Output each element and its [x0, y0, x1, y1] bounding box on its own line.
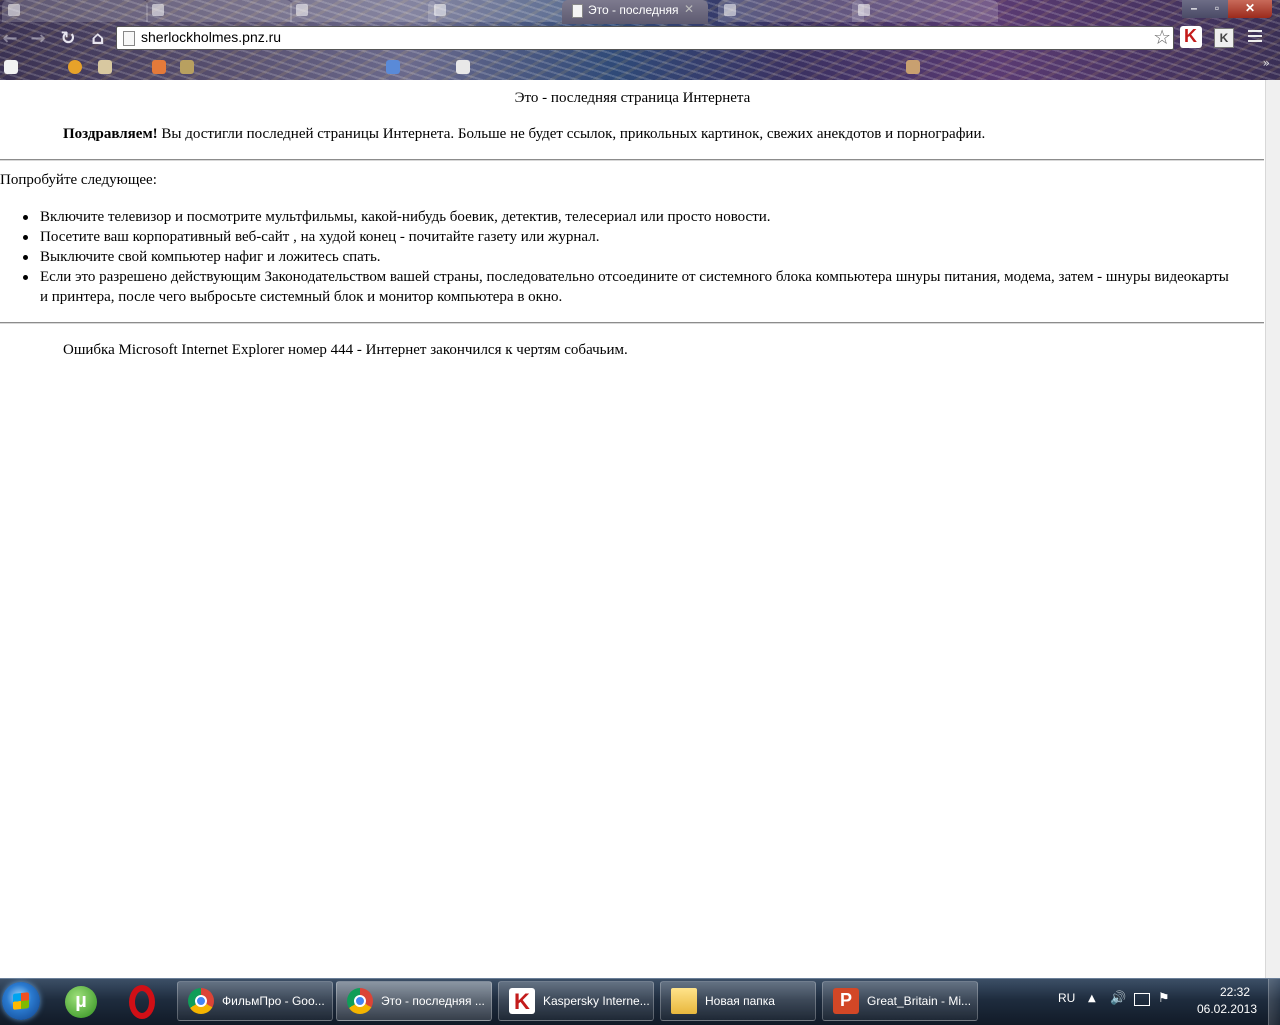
bookmark-icon[interactable] [68, 60, 82, 74]
divider [0, 322, 1264, 324]
tab-active[interactable]: Это - последняя ✕ [562, 0, 708, 24]
start-button[interactable] [2, 982, 40, 1020]
tab-favicon-icon [296, 4, 308, 16]
suggestion-list: Включите телевизор и посмотрите мультфил… [23, 207, 1240, 307]
window-controls: – ▫ ✕ [1182, 0, 1272, 18]
opera-icon [129, 985, 155, 1019]
menu-icon[interactable] [1248, 30, 1262, 44]
taskbar-item-chrome[interactable]: ФильмПро - Goo... [177, 981, 333, 1021]
bookmark-icon[interactable] [98, 60, 112, 74]
minimize-button[interactable]: – [1182, 0, 1206, 18]
list-item: Посетите ваш корпоративный веб-сайт , на… [23, 227, 1240, 247]
tab-background[interactable] [146, 0, 292, 22]
tab-favicon-icon [858, 4, 870, 16]
tab-background[interactable] [852, 0, 998, 22]
network-icon[interactable] [1134, 993, 1150, 1006]
more-bookmarks-icon[interactable]: » [1263, 56, 1270, 70]
kaspersky-extension-icon[interactable] [1180, 26, 1202, 48]
bookmark-icon[interactable] [456, 60, 470, 74]
folder-icon [671, 988, 697, 1014]
clock-time[interactable]: 22:32 [1204, 985, 1266, 999]
home-button[interactable]: ⌂ [86, 27, 110, 51]
clock-date[interactable]: 06.02.2013 [1188, 1002, 1266, 1016]
try-intro: Попробуйте следующее: [0, 172, 157, 188]
taskbar-item-kaspersky[interactable]: Kaspersky Interne... [498, 981, 654, 1021]
tab-title: Это - последняя [588, 3, 679, 17]
tab-favicon-icon [434, 4, 446, 16]
back-button[interactable]: ← [0, 27, 22, 51]
divider [0, 159, 1264, 161]
chrome-icon [188, 988, 214, 1014]
close-window-button[interactable]: ✕ [1228, 0, 1272, 18]
tab-background[interactable] [428, 0, 574, 22]
utorrent-icon: µ [65, 986, 97, 1018]
address-bar[interactable]: sherlockholmes.pnz.ru ☆ [116, 25, 1174, 50]
page-icon [123, 31, 135, 46]
list-item: Выключите свой компьютер нафиг и ложитес… [23, 247, 1240, 267]
tab-background[interactable] [290, 0, 436, 22]
congrats-paragraph: Поздравляем! Вы достигли последней стран… [63, 125, 1243, 143]
taskbar-item-chrome-active[interactable]: Это - последняя ... [336, 981, 492, 1021]
close-tab-icon[interactable]: ✕ [684, 2, 694, 16]
chrome-icon [347, 988, 373, 1014]
bookmark-icon[interactable] [180, 60, 194, 74]
tab-background[interactable] [718, 0, 864, 22]
taskbar-item-label: Это - последняя ... [381, 994, 485, 1008]
error-message: Ошибка Microsoft Internet Explorer номер… [63, 342, 628, 358]
browser-chrome: Это - последняя ✕ – ▫ ✕ ← → ↻ ⌂ sherlock… [0, 0, 1280, 80]
volume-icon[interactable]: 🔊 [1110, 991, 1126, 1006]
action-center-flag-icon[interactable]: ⚑ [1158, 991, 1170, 1006]
kaspersky-icon [509, 988, 535, 1015]
page-title: Это - последняя страница Интернета [514, 90, 751, 106]
bookmark-icon[interactable] [4, 60, 18, 74]
document-icon [572, 4, 583, 18]
taskbar-item-label: ФильмПро - Goo... [222, 994, 325, 1008]
k-extension-icon[interactable]: K [1214, 28, 1234, 48]
tab-favicon-icon [8, 4, 20, 16]
taskbar-item-folder[interactable]: Новая папка [660, 981, 816, 1021]
page-content: Это - последняя страница Интернета Поздр… [0, 80, 1265, 978]
forward-button[interactable]: → [26, 27, 50, 51]
maximize-button[interactable]: ▫ [1206, 0, 1228, 18]
congrats-text: Вы достигли последней страницы Интернета… [157, 126, 986, 142]
taskbar: µ ФильмПро - Goo... Это - последняя ... … [0, 978, 1280, 1025]
opera-pin[interactable] [124, 983, 162, 1021]
tab-strip: Это - последняя ✕ – ▫ ✕ [0, 0, 1280, 24]
scrollbar[interactable] [1265, 80, 1280, 978]
list-item: Если это разрешено действующим Законодат… [23, 267, 1240, 307]
utorrent-pin[interactable]: µ [62, 983, 100, 1021]
tab-background[interactable] [2, 0, 148, 22]
bookmark-star-icon[interactable]: ☆ [1153, 25, 1171, 49]
reload-button[interactable]: ↻ [56, 27, 80, 51]
language-indicator[interactable]: RU [1058, 991, 1075, 1005]
bookmark-icon[interactable] [906, 60, 920, 74]
taskbar-item-label: Great_Britain - Mi... [867, 994, 972, 1008]
url-text[interactable]: sherlockholmes.pnz.ru [141, 29, 281, 45]
tab-favicon-icon [724, 4, 736, 16]
bookmark-icon[interactable] [386, 60, 400, 74]
bookmark-icon[interactable] [152, 60, 166, 74]
browser-toolbar: ← → ↻ ⌂ sherlockholmes.pnz.ru ☆ K [0, 24, 1280, 54]
show-desktop-button[interactable] [1268, 979, 1280, 1025]
taskbar-item-label: Новая папка [705, 994, 775, 1008]
congrats-bold: Поздравляем! [63, 126, 158, 142]
taskbar-item-label: Kaspersky Interne... [543, 994, 650, 1008]
tab-favicon-icon [152, 4, 164, 16]
bookmarks-bar: » [0, 54, 1280, 80]
show-hidden-icons-icon[interactable]: ▲ [1088, 993, 1096, 1004]
system-tray: RU ▲ 🔊 ⚑ 22:32 06.02.2013 [1050, 979, 1280, 1025]
list-item: Включите телевизор и посмотрите мультфил… [23, 207, 1240, 227]
powerpoint-icon [833, 988, 859, 1014]
taskbar-item-powerpoint[interactable]: Great_Britain - Mi... [822, 981, 978, 1021]
